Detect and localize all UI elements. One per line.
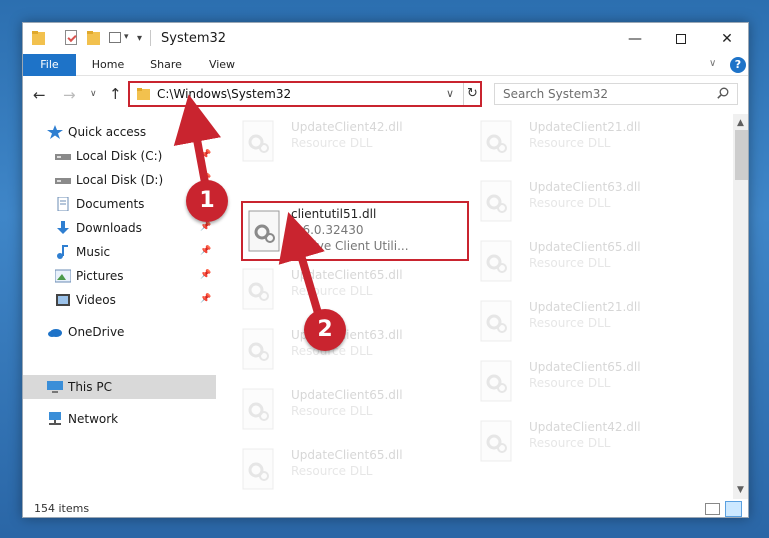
step-badge-1: 1 <box>186 180 228 222</box>
arrow-to-address-bar <box>173 94 221 189</box>
arrow-to-file <box>278 211 325 315</box>
annotation-arrows <box>173 94 325 315</box>
step-badge-2: 2 <box>304 309 346 351</box>
